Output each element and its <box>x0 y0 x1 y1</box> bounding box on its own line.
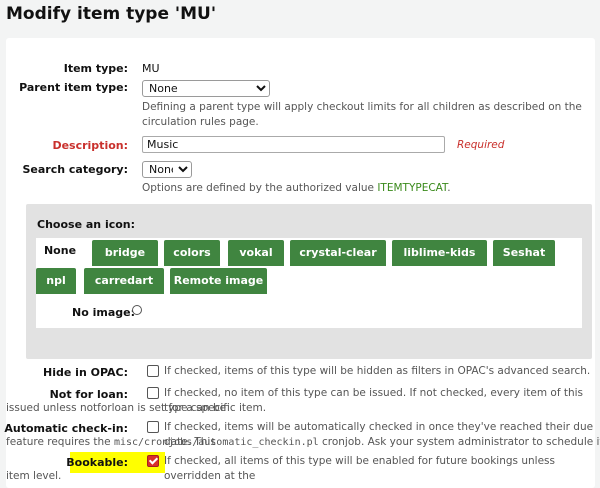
page-title: Modify item type 'MU' <box>6 4 217 24</box>
description-label: Description: <box>52 139 128 152</box>
tab-none[interactable]: None <box>36 238 84 264</box>
tab-remote-image[interactable]: Remote image <box>170 268 267 294</box>
form-panel: Item type: MU Parent item type: None Def… <box>4 38 600 488</box>
search-category-select[interactable]: None <box>142 161 192 178</box>
tab-colors[interactable]: colors <box>164 240 220 266</box>
search-category-help: Options are defined by the authorized va… <box>142 181 451 196</box>
automatic-checkin-help-suffix: cronjob. Ask your system administrator t… <box>318 436 600 448</box>
required-note: Required <box>457 139 505 151</box>
item-type-label: Item type: <box>63 62 128 75</box>
hide-in-opac-checkbox[interactable] <box>147 365 159 377</box>
tab-crystal-clear[interactable]: crystal-clear <box>290 240 386 266</box>
bookable-help-2: item level. <box>6 470 62 482</box>
search-category-help-text: Options are defined by the authorized va… <box>142 182 378 194</box>
hide-in-opac-label: Hide in OPAC: <box>43 366 128 379</box>
no-image-label: No image: <box>72 306 135 319</box>
cronjob-path: misc/cronjobs/automatic_checkin.pl <box>113 437 319 448</box>
tab-carredart[interactable]: carredart <box>84 268 164 294</box>
description-input[interactable] <box>142 136 445 153</box>
icon-chooser: Choose an icon: None bridge colors vokal… <box>26 204 592 359</box>
itemtypecat-link[interactable]: ITEMTYPECAT <box>377 182 447 194</box>
automatic-checkin-checkbox[interactable] <box>147 421 159 433</box>
parent-item-type-label: Parent item type: <box>19 81 128 94</box>
automatic-checkin-help-prefix: feature requires the <box>6 436 114 448</box>
not-for-loan-checkbox[interactable] <box>147 387 159 399</box>
automatic-checkin-help-2: feature requires the misc/cronjobs/autom… <box>6 435 600 450</box>
hide-in-opac-help: If checked, items of this type will be h… <box>164 365 591 377</box>
bookable-checkbox[interactable] <box>147 455 159 467</box>
no-image-radio[interactable] <box>132 305 142 315</box>
tab-bridge[interactable]: bridge <box>92 240 158 266</box>
tab-vokal[interactable]: vokal <box>228 240 284 266</box>
not-for-loan-label: Not for loan: <box>49 388 128 401</box>
search-category-label: Search category: <box>22 163 129 176</box>
choose-icon-title: Choose an icon: <box>37 218 136 231</box>
tab-liblime-kids[interactable]: liblime-kids <box>392 240 487 266</box>
parent-item-type-select[interactable]: None <box>142 80 270 97</box>
bookable-label: Bookable: <box>66 456 128 469</box>
search-category-help-end: . <box>447 182 451 194</box>
tab-seshat[interactable]: Seshat <box>493 240 555 266</box>
automatic-checkin-label: Automatic check-in: <box>4 422 128 435</box>
item-type-value: MU <box>142 62 160 75</box>
not-for-loan-help-2: issued unless notforloan is set for a sp… <box>6 402 267 414</box>
tab-npl[interactable]: npl <box>36 268 76 294</box>
parent-item-type-help: Defining a parent type will apply checko… <box>142 101 582 128</box>
